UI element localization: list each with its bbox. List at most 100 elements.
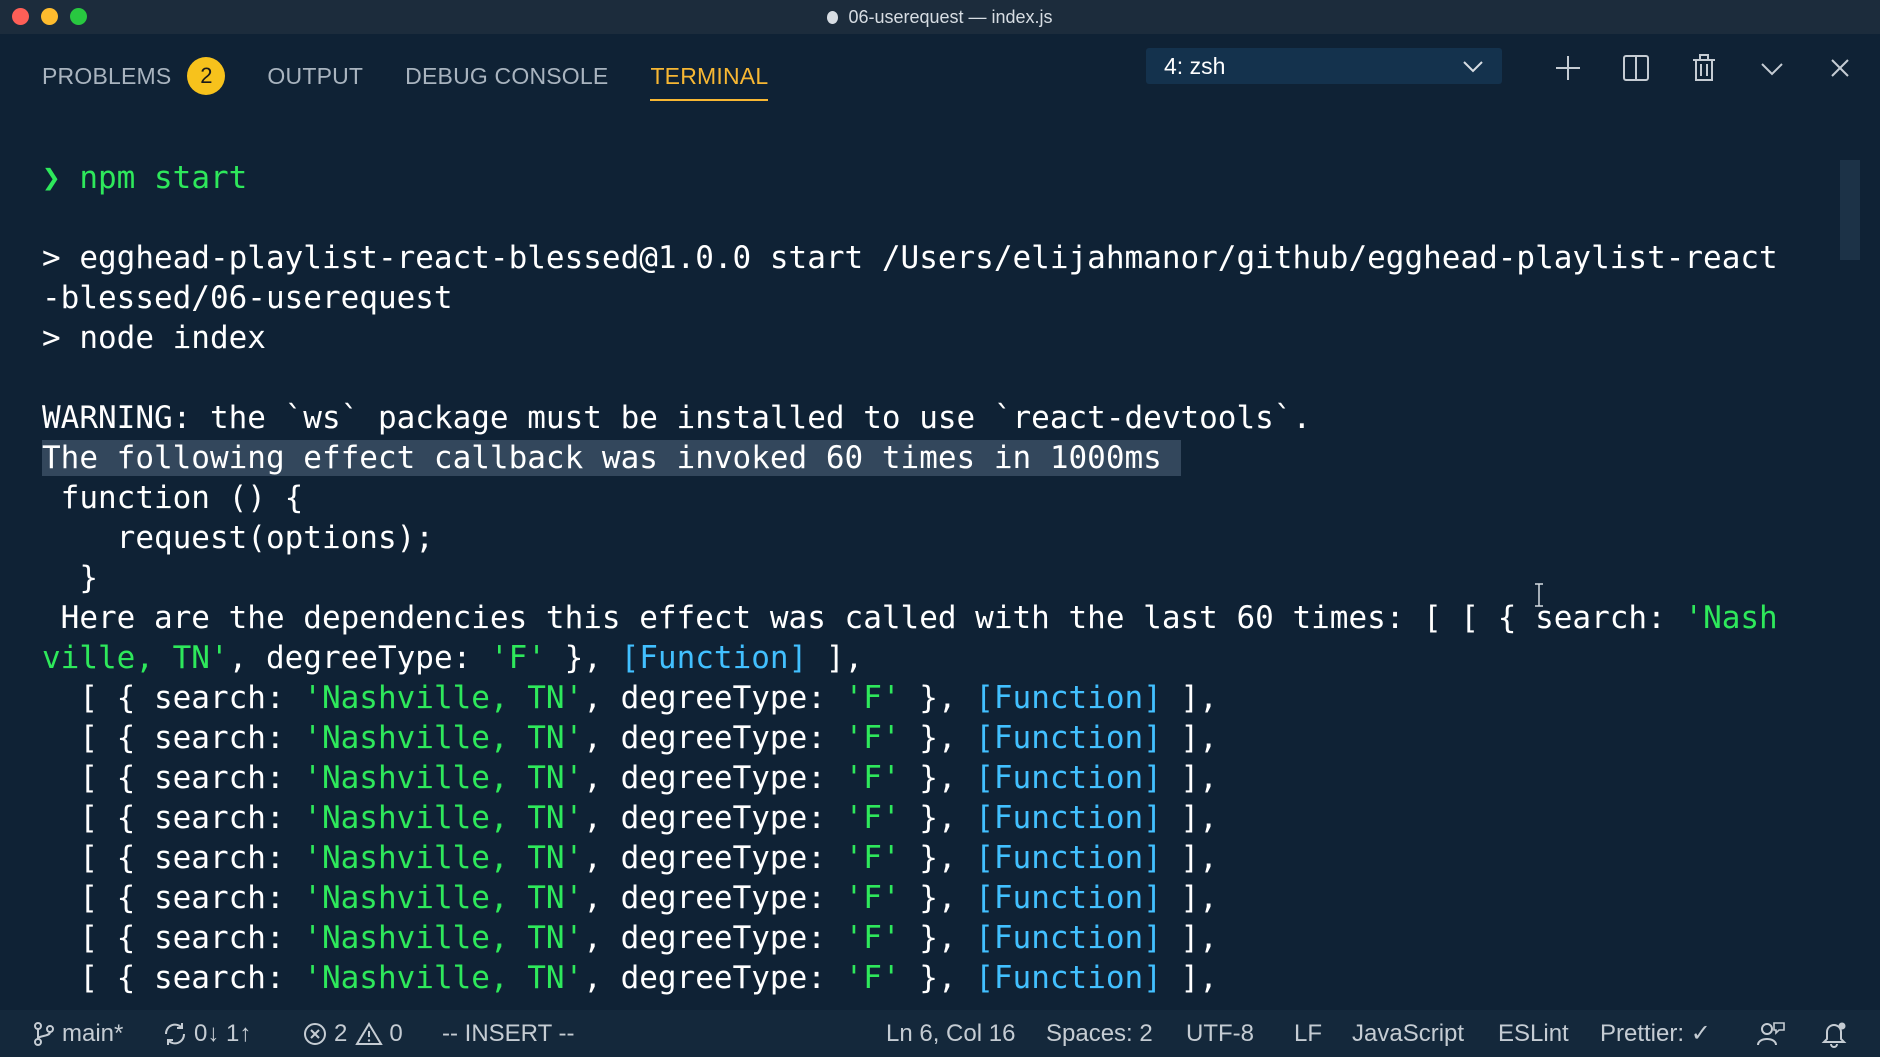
command-text: npm start bbox=[79, 160, 248, 196]
function-line: } bbox=[42, 560, 98, 596]
brace-text: }, bbox=[900, 680, 976, 716]
key-text: , degreeType: bbox=[583, 680, 845, 716]
branch-status[interactable]: main* bbox=[32, 1010, 123, 1057]
brace-text: }, bbox=[900, 920, 976, 956]
dependency-row: [ { search: 'Nashville, TN', degreeType:… bbox=[42, 798, 1218, 838]
key-text: , degreeType: bbox=[583, 880, 845, 916]
script-line: -blessed/06-userequest bbox=[42, 280, 453, 316]
tab-debug-console[interactable]: DEBUG CONSOLE bbox=[405, 52, 608, 100]
dependency-row: [ { search: 'Nashville, TN', degreeType:… bbox=[42, 718, 1218, 758]
kill-terminal-button[interactable] bbox=[1670, 50, 1738, 86]
panel-tabs: PROBLEMS 2 OUTPUT DEBUG CONSOLE TERMINAL bbox=[42, 52, 810, 101]
function-line: function () { bbox=[42, 480, 304, 516]
dependency-row: [ { search: 'Nashville, TN', degreeType:… bbox=[42, 878, 1218, 918]
tab-terminal-label: TERMINAL bbox=[650, 62, 769, 89]
string-value: 'Nashville, TN' bbox=[303, 920, 584, 956]
string-value: 'Nashville, TN' bbox=[303, 880, 584, 916]
warning-line: WARNING: the `ws` package must be instal… bbox=[42, 400, 1312, 436]
split-terminal-button[interactable] bbox=[1602, 50, 1670, 86]
chevron-down-icon bbox=[1761, 63, 1783, 76]
terminal-select[interactable]: 4: zsh bbox=[1146, 48, 1502, 84]
key-text: , degreeType: bbox=[583, 760, 845, 796]
terminal-output[interactable]: ❯ npm start > egghead-playlist-react-ble… bbox=[0, 104, 1860, 1010]
error-count: 2 bbox=[334, 1019, 348, 1047]
string-value: 'F' bbox=[844, 840, 901, 876]
end-of-line[interactable]: LF bbox=[1294, 1010, 1322, 1057]
cursor-position[interactable]: Ln 6, Col 16 bbox=[886, 1010, 1015, 1057]
string-value: 'F' bbox=[844, 960, 901, 996]
new-terminal-button[interactable] bbox=[1534, 50, 1602, 86]
brace-text: }, bbox=[900, 840, 976, 876]
highlighted-line: The following effect callback was invoke… bbox=[42, 438, 1181, 478]
warning-icon bbox=[355, 1021, 384, 1045]
sync-icon bbox=[164, 1022, 186, 1045]
row-open: [ { search: bbox=[42, 720, 304, 756]
sync-status[interactable]: 0↓ 1↑ bbox=[162, 1010, 251, 1057]
string-value: 'Nashville, TN' bbox=[303, 680, 584, 716]
sync-counts: 0↓ 1↑ bbox=[194, 1019, 252, 1047]
row-open: [ { search: bbox=[42, 840, 304, 876]
bracket-text: ], bbox=[1161, 960, 1218, 996]
maximize-panel-button[interactable] bbox=[1738, 50, 1806, 86]
split-icon bbox=[1623, 55, 1649, 81]
bracket-text: ], bbox=[1161, 920, 1218, 956]
title-bar: 06-userequest — index.js bbox=[0, 0, 1880, 34]
string-value: 'Nashville, TN' bbox=[303, 720, 584, 756]
bracket-text: ], bbox=[1161, 680, 1218, 716]
deps-string-start: 'Nash bbox=[1684, 600, 1778, 636]
terminal-select-value: 4: zsh bbox=[1164, 52, 1226, 79]
tab-problems-label: PROBLEMS bbox=[42, 62, 172, 89]
unsaved-dot-icon bbox=[827, 10, 839, 24]
brace-text: }, bbox=[545, 640, 621, 676]
minimize-window-button[interactable] bbox=[41, 8, 58, 25]
text-cursor-icon bbox=[1535, 583, 1543, 607]
string-value: 'F' bbox=[844, 880, 901, 916]
language-mode[interactable]: JavaScript bbox=[1352, 1010, 1464, 1057]
string-value: 'Nashville, TN' bbox=[303, 840, 584, 876]
deps-line: Here are the dependencies this effect wa… bbox=[42, 598, 1778, 638]
tab-output[interactable]: OUTPUT bbox=[267, 52, 363, 100]
function-token: [Function] bbox=[975, 960, 1162, 996]
string-value: 'Nashville, TN' bbox=[303, 800, 584, 836]
string-value: 'Nashville, TN' bbox=[303, 960, 584, 996]
brace-text: }, bbox=[900, 760, 976, 796]
string-value: 'Nashville, TN' bbox=[303, 760, 584, 796]
problems-count-badge: 2 bbox=[187, 57, 226, 95]
trash-icon bbox=[1693, 54, 1715, 81]
dependency-row: [ { search: 'Nashville, TN', degreeType:… bbox=[42, 678, 1218, 718]
feedback-button[interactable] bbox=[1756, 1010, 1792, 1057]
row-open: [ { search: bbox=[42, 920, 304, 956]
string-value: 'F' bbox=[844, 920, 901, 956]
tab-problems[interactable]: PROBLEMS 2 bbox=[42, 52, 226, 100]
selection-highlight: The following effect callback was invoke… bbox=[42, 440, 1162, 476]
script-line: > egghead-playlist-react-blessed@1.0.0 s… bbox=[42, 240, 1778, 276]
brace-text: }, bbox=[900, 800, 976, 836]
tab-terminal[interactable]: TERMINAL bbox=[650, 52, 769, 101]
indentation[interactable]: Spaces: 2 bbox=[1046, 1010, 1153, 1057]
brace-text: }, bbox=[900, 960, 976, 996]
key-text: , degreeType: bbox=[583, 960, 845, 996]
dependency-row: [ { search: 'Nashville, TN', degreeType:… bbox=[42, 838, 1218, 878]
string-value: 'F' bbox=[844, 760, 901, 796]
scrollbar-thumb[interactable] bbox=[1840, 160, 1860, 260]
prettier-status[interactable]: Prettier: ✓ bbox=[1600, 1010, 1711, 1057]
vim-mode: -- INSERT -- bbox=[442, 1019, 575, 1047]
problems-status[interactable]: 2 0 bbox=[302, 1010, 403, 1057]
dependency-row: [ { search: 'Nashville, TN', degreeType:… bbox=[42, 758, 1218, 798]
deps-wrap-line: ville, TN', degreeType: 'F' }, [Function… bbox=[42, 638, 863, 678]
eslint-status[interactable]: ESLint bbox=[1498, 1010, 1569, 1057]
notifications-button[interactable] bbox=[1820, 1010, 1854, 1057]
function-token: [Function] bbox=[975, 680, 1162, 716]
panel-actions bbox=[1534, 50, 1874, 86]
close-window-button[interactable] bbox=[12, 8, 29, 25]
error-icon bbox=[304, 1022, 326, 1045]
close-panel-button[interactable] bbox=[1806, 50, 1874, 86]
encoding[interactable]: UTF-8 bbox=[1186, 1010, 1254, 1057]
maximize-window-button[interactable] bbox=[70, 8, 87, 25]
function-token: [Function] bbox=[975, 840, 1162, 876]
row-open: [ { search: bbox=[42, 960, 304, 996]
branch-name: main* bbox=[62, 1019, 124, 1047]
deps-prefix: Here are the dependencies this effect wa… bbox=[42, 600, 1685, 636]
prompt-symbol: ❯ bbox=[42, 160, 61, 196]
script-line: > node index bbox=[42, 320, 266, 356]
